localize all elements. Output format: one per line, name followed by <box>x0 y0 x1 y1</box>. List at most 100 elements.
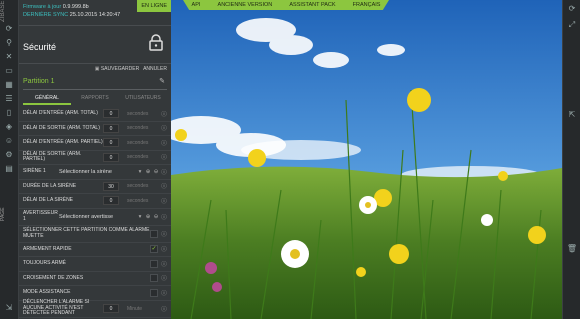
partition-name: Partition 1 <box>23 78 55 85</box>
warner-row: AVERTISSEUR 1 Sélectionner avertisse ▾ ⊕… <box>19 209 171 226</box>
setting-unit: secondes <box>127 139 149 146</box>
setting-label: DÉLAI DE SORTIE (ARM. PARTIEL) <box>23 150 82 163</box>
setting-input[interactable]: 0 <box>103 138 119 148</box>
info-icon[interactable]: ⓘ <box>160 305 168 313</box>
setting-row: DÉCLENCHER L'ALARME SI AUCUNE ACTIVITÉ N… <box>19 299 171 318</box>
toggle-row: TOUJOURS ARMÉ ⓘ <box>19 257 171 272</box>
user-icon[interactable]: ☺ <box>0 134 18 148</box>
settings-icon[interactable]: ⚙ <box>0 148 18 162</box>
edit-icon[interactable]: ✎ <box>159 76 165 88</box>
toggle-checkbox[interactable] <box>150 259 158 268</box>
remove-icon[interactable]: ⊖ <box>152 169 160 175</box>
setting-input[interactable]: 0 <box>103 123 119 133</box>
setting-unit: secondes <box>127 197 149 204</box>
action-bar: ▣ SAUVEGARDER ANNULER <box>19 64 171 74</box>
save-button[interactable]: SAUVEGARDER <box>101 66 139 72</box>
add-icon[interactable]: ⊕ <box>144 169 152 175</box>
info-icon[interactable]: ⓘ <box>160 110 168 118</box>
setting-input[interactable]: 0 <box>103 109 119 119</box>
firmware-value: 0.9.999.8b <box>62 4 89 10</box>
info-icon[interactable]: ⓘ <box>160 213 168 221</box>
siren-label: SIRÈNE 1 <box>23 168 46 174</box>
add-icon[interactable]: ⊕ <box>144 214 152 220</box>
setting-label: DÉLAI D'ENTRÉE (ARM. PARTIEL) <box>23 139 103 145</box>
refresh-icon[interactable]: ⟳ <box>0 22 18 36</box>
settings-panel: Firmware à jour 0.9.999.8b DERNIÈRE SYNC… <box>19 0 171 319</box>
chevron-down-icon[interactable]: ▾ <box>136 214 144 220</box>
section-header: Sécurité <box>19 26 171 64</box>
info-icon[interactable]: ⓘ <box>160 260 168 268</box>
tab-users[interactable]: UTILISATEURS <box>119 92 167 105</box>
lock-icon <box>149 34 163 56</box>
setting-label: DÉCLENCHER L'ALARME SI AUCUNE ACTIVITÉ N… <box>23 299 90 317</box>
nav-old-version[interactable]: ANCIENNE VERSION <box>218 2 273 8</box>
setting-label: DURÉE DE LA SIRÈNE <box>23 182 77 189</box>
tab-general[interactable]: GÉNÉRAL <box>23 92 71 105</box>
remove-icon[interactable]: ⊖ <box>152 214 160 220</box>
setting-input[interactable]: 30 <box>103 181 119 191</box>
toggle-checkbox[interactable] <box>150 288 158 297</box>
setting-unit: secondes <box>127 110 149 117</box>
info-icon[interactable]: ⓘ <box>160 197 168 205</box>
rail-label: PAGE <box>0 207 6 221</box>
toggle-row: ARMEMENT RAPIDE ✓ ⓘ <box>19 243 171 257</box>
setting-input[interactable]: 0 <box>103 304 119 313</box>
setting-row: DÉLAI D'ENTRÉE (ARM. PARTIEL) 0 secondes… <box>19 136 171 151</box>
nav-language[interactable]: FRANÇAIS <box>353 2 381 8</box>
toggle-checkbox[interactable] <box>150 229 158 238</box>
save-icon: ▣ <box>94 66 100 72</box>
nav-assistant-pack[interactable]: ASSISTANT PACK <box>289 2 335 8</box>
storage-icon[interactable]: ▤ <box>0 162 18 176</box>
setting-input[interactable]: 0 <box>103 196 119 206</box>
search-icon[interactable]: ⚲ <box>0 36 18 50</box>
info-icon[interactable]: ⓘ <box>160 139 168 147</box>
setting-unit: secondes <box>127 154 149 161</box>
warner-label: AVERTISSEUR 1 <box>23 210 58 222</box>
info-icon[interactable]: ⓘ <box>160 230 168 238</box>
siren-row: SIRÈNE 1 Sélectionner la sirène ▾ ⊕ ⊖ ⓘ <box>19 165 171 180</box>
toggle-checkbox[interactable] <box>150 274 158 283</box>
setting-unit: secondes <box>127 125 149 132</box>
sync-value: 25.10.2015 14:20:47 <box>69 12 121 18</box>
warner-select[interactable]: Sélectionner avertisse <box>59 214 136 220</box>
scene-icon[interactable]: ◈ <box>0 120 18 134</box>
info-icon[interactable]: ⓘ <box>160 168 168 176</box>
setting-row: DÉLAI DE SORTIE (ARM. PARTIEL) 0 seconde… <box>19 150 171 165</box>
info-icon[interactable]: ⓘ <box>160 274 168 282</box>
toggle-checkbox[interactable]: ✓ <box>150 245 158 254</box>
grid-icon[interactable]: ▦ <box>0 78 18 92</box>
chevron-down-icon[interactable]: ▾ <box>136 169 144 175</box>
exit-icon[interactable]: ⇲ <box>0 301 18 315</box>
close-icon[interactable]: ✕ <box>0 50 18 64</box>
trash-icon[interactable]: 🗑 <box>563 244 580 253</box>
setting-row: DURÉE DE LA SIRÈNE 30 secondes ⓘ <box>19 180 171 194</box>
folder-icon[interactable]: ▭ <box>0 64 18 78</box>
nav-api[interactable]: API <box>192 2 201 8</box>
firmware-label: Firmware à jour <box>23 4 62 10</box>
firmware-info: Firmware à jour 0.9.999.8b DERNIÈRE SYNC… <box>19 0 171 26</box>
toggle-label: CROISEMENT DE ZONES <box>23 274 84 281</box>
toggle-label: MODE ASSISTANCE <box>23 289 71 295</box>
info-icon[interactable]: ⓘ <box>160 245 168 253</box>
expand-icon[interactable]: ⤢ <box>563 20 580 30</box>
tab-bar: GÉNÉRAL RAPPORTS UTILISATEURS <box>23 92 167 105</box>
brand-logo: ZIBASE <box>0 0 6 22</box>
info-icon[interactable]: ⓘ <box>160 124 168 132</box>
page-title: Sécurité <box>23 42 57 52</box>
info-icon[interactable]: ⓘ <box>160 153 168 161</box>
setting-label: DÉLAI DE SORTIE (ARM. TOTAL) <box>23 124 100 131</box>
list-icon[interactable]: ☰ <box>0 92 18 106</box>
cancel-button[interactable]: ANNULER <box>143 66 167 72</box>
setting-row: DÉLAI DE SORTIE (ARM. TOTAL) 0 secondes … <box>19 122 171 136</box>
tab-reports[interactable]: RAPPORTS <box>71 92 119 105</box>
left-rail: ZIBASE ⟳ ⚲ ✕ ▭ ▦ ☰ ▯ ◈ ☺ ⚙ ▤ PAGE ⇲ <box>0 0 19 319</box>
partition-selector[interactable]: Partition 1 ✎ <box>23 76 167 90</box>
siren-select[interactable]: Sélectionner la sirène <box>59 169 136 175</box>
info-icon[interactable]: ⓘ <box>160 289 168 297</box>
refresh-icon[interactable]: ⟳ <box>563 4 580 13</box>
top-nav: API ANCIENNE VERSION ASSISTANT PACK FRAN… <box>183 0 389 10</box>
external-link-icon[interactable]: ⇱ <box>563 110 580 119</box>
info-icon[interactable]: ⓘ <box>160 182 168 190</box>
setting-input[interactable]: 0 <box>103 152 119 162</box>
door-icon[interactable]: ▯ <box>0 106 18 120</box>
